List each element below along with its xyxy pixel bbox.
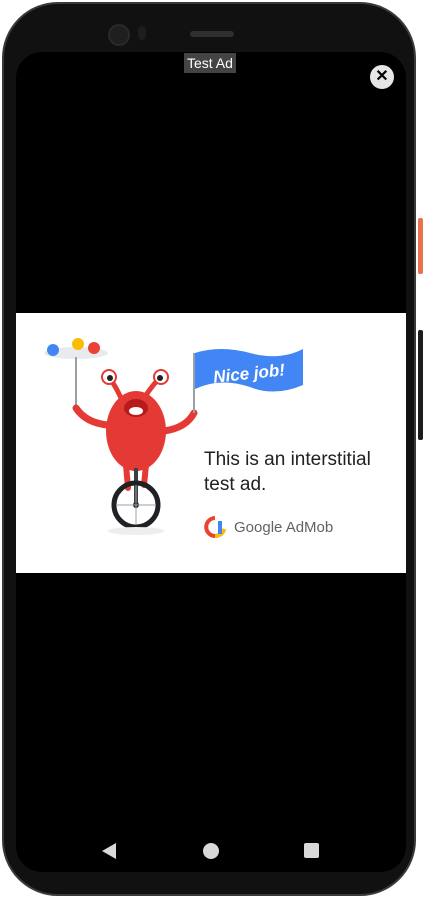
nav-recents-icon[interactable] [304, 843, 319, 858]
monster-unicycle-illustration [44, 338, 198, 535]
interstitial-ad[interactable]: Nice job! This is an interstitial test a… [16, 313, 406, 573]
test-ad-badge: Test Ad [184, 53, 236, 73]
nav-home-icon[interactable] [203, 843, 219, 859]
proximity-sensor [138, 26, 146, 40]
ad-headline: This is an interstitial test ad. [204, 449, 371, 495]
android-nav-bar [16, 826, 406, 876]
brand-label: Google AdMob [234, 518, 334, 536]
nav-back-icon[interactable] [102, 843, 116, 859]
close-icon[interactable]: ✕ [370, 65, 394, 89]
power-button [418, 218, 423, 274]
nice-job-flag: Nice job! [195, 349, 303, 392]
admob-brand: Google AdMob [204, 516, 333, 538]
volume-button [418, 330, 423, 440]
admob-logo-icon [204, 516, 226, 538]
earpiece-speaker [190, 31, 234, 37]
front-camera [108, 24, 130, 46]
